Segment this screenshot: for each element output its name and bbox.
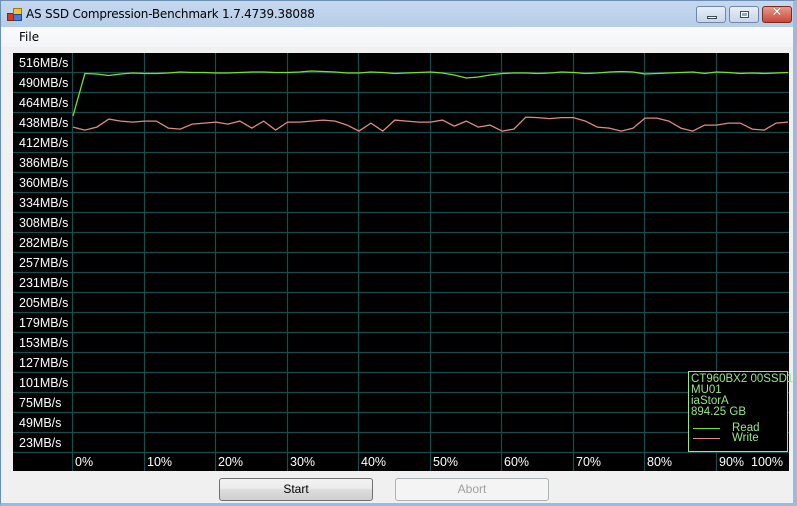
y-tick-label: 257MB/s [19, 256, 69, 270]
y-tick-label: 516MB/s [19, 56, 69, 70]
app-window: AS SSD Compression-Benchmark 1.7.4739.38… [0, 0, 797, 506]
x-tick-label: 80% [647, 455, 673, 469]
y-tick-label: 334MB/s [19, 196, 69, 210]
x-tick-label: 20% [218, 455, 244, 469]
legend-write: Write [691, 432, 787, 444]
close-icon: ✕ [771, 5, 783, 20]
y-tick-label: 282MB/s [19, 236, 69, 250]
y-tick-label: 464MB/s [19, 96, 69, 110]
y-tick-label: 412MB/s [19, 136, 69, 150]
y-tick-label: 231MB/s [19, 276, 69, 290]
legend-read-swatch [693, 428, 720, 429]
window-title: AS SSD Compression-Benchmark 1.7.4739.38… [26, 7, 315, 21]
x-tick-label: 60% [504, 455, 530, 469]
app-icon-blue-block [13, 14, 22, 21]
app-icon[interactable] [7, 7, 22, 21]
x-tick-label: 30% [290, 455, 316, 469]
drive-capacity: 894.25 GB [691, 406, 746, 418]
maximize-button[interactable] [729, 6, 759, 23]
maximize-icon [740, 11, 749, 18]
x-tick-label: 70% [576, 455, 602, 469]
x-tick-label: 90% [719, 455, 745, 469]
minimize-icon [707, 16, 717, 19]
y-tick-label: 205MB/s [19, 296, 69, 310]
minimize-button[interactable] [696, 6, 726, 23]
y-tick-label: 360MB/s [19, 176, 69, 190]
abort-button[interactable]: Abort [395, 478, 549, 501]
y-tick-label: 490MB/s [19, 76, 69, 90]
x-tick-label: 0% [75, 455, 94, 469]
chart-grid [13, 53, 789, 471]
y-tick-label: 386MB/s [19, 156, 69, 170]
close-button[interactable]: ✕ [762, 5, 792, 23]
x-tick-label: 10% [147, 455, 173, 469]
compression-chart: 516MB/s 490MB/s 464MB/s 438MB/s 412MB/s 386MB… [13, 53, 793, 471]
menu-file[interactable]: File [19, 30, 39, 44]
x-tick-label: 100% [751, 455, 783, 469]
legend-write-label: Write [732, 432, 759, 444]
y-tick-label: 49MB/s [19, 416, 62, 430]
chart-legend: CT960BX2 00SSD1 MU01 iaStorA 894.25 GB R… [688, 371, 793, 452]
x-tick-label: 50% [433, 455, 459, 469]
chart-canvas [13, 53, 789, 471]
y-tick-label: 153MB/s [19, 336, 69, 350]
legend-write-swatch [693, 438, 720, 439]
title-bar[interactable]: AS SSD Compression-Benchmark 1.7.4739.38… [1, 1, 793, 27]
y-tick-label: 101MB/s [19, 376, 69, 390]
y-tick-label: 23MB/s [19, 436, 62, 450]
y-tick-label: 75MB/s [19, 396, 62, 410]
y-tick-label: 438MB/s [19, 116, 69, 130]
menu-bar: File [1, 27, 793, 47]
start-button[interactable]: Start [219, 478, 373, 501]
drive-info: CT960BX2 00SSD1 MU01 iaStorA 894.25 GB [690, 373, 793, 418]
x-tick-label: 40% [361, 455, 387, 469]
y-tick-label: 308MB/s [19, 216, 69, 230]
y-tick-label: 127MB/s [19, 356, 69, 370]
y-tick-label: 179MB/s [19, 316, 69, 330]
